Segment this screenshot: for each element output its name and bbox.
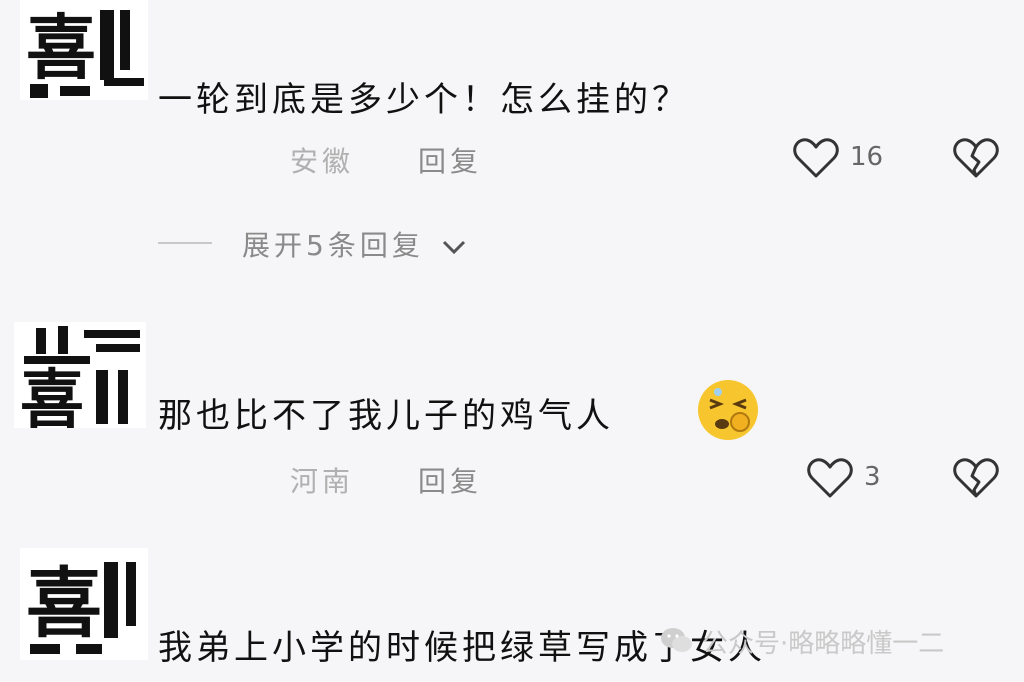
broken-heart-icon[interactable] (952, 456, 1000, 500)
comment-text: 一轮到底是多少个！怎么挂的？ (158, 80, 690, 120)
like-count: 3 (864, 462, 881, 492)
reply-button[interactable]: 回复 (418, 460, 482, 500)
face-with-symbols-emoji (698, 380, 758, 440)
heart-outline-icon[interactable] (806, 456, 854, 500)
watermark: 公众号·略略略懂一二 (660, 621, 944, 661)
reply-button[interactable]: 回复 (418, 140, 482, 180)
avatar-image: 喜 (20, 0, 148, 100)
avatar-image: 喜 (20, 548, 148, 660)
watermark-text: 公众号·略略略懂一二 (702, 628, 945, 659)
heart-outline-icon[interactable] (792, 136, 840, 180)
comment-location: 河南 (290, 465, 355, 498)
avatar-image: 喜 (14, 322, 146, 428)
wechat-icon (661, 628, 692, 652)
comment-text: 那也比不了我儿子的鸡气人 (158, 396, 614, 436)
expand-replies-label: 展开5条回复 (242, 229, 424, 262)
svg-text:喜: 喜 (20, 363, 84, 428)
chevron-down-icon (442, 240, 465, 255)
avatar[interactable]: 喜 (20, 0, 148, 100)
like-count: 16 (850, 142, 884, 172)
avatar[interactable]: 喜 (20, 548, 148, 660)
svg-text:喜: 喜 (26, 6, 96, 89)
comment-location: 安徽 (290, 145, 355, 178)
expand-replies-button[interactable]: 展开5条回复 (242, 224, 467, 264)
expand-divider (158, 242, 212, 244)
svg-text:喜: 喜 (26, 559, 102, 648)
broken-heart-icon[interactable] (952, 136, 1000, 180)
avatar[interactable]: 喜 (14, 322, 146, 428)
